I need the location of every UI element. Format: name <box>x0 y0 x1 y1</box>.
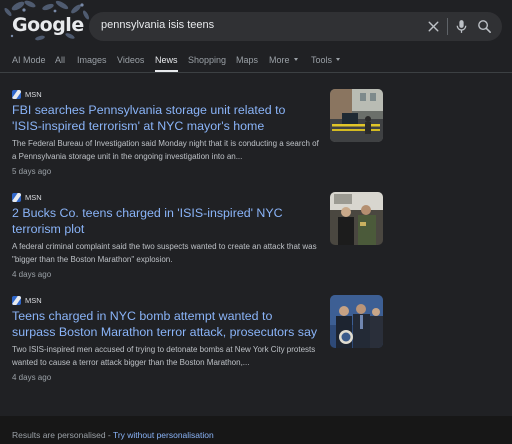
result-thumbnail[interactable] <box>330 295 383 348</box>
tab-more[interactable]: More <box>269 52 298 72</box>
result-age: 4 days ago <box>12 373 52 382</box>
msn-favicon <box>12 193 21 202</box>
chevron-down-icon <box>293 58 298 61</box>
tab-all[interactable]: All <box>55 52 65 72</box>
chevron-down-icon <box>336 58 341 61</box>
try-without-personalisation-link[interactable]: Try without personalisation <box>113 430 214 440</box>
search-icon[interactable] <box>476 18 493 35</box>
search-tabs: AI Mode All Images Videos News Shopping … <box>0 52 512 72</box>
tab-maps[interactable]: Maps <box>236 52 258 72</box>
result-title-link[interactable]: 2 Bucks Co. teens charged in 'ISIS-inspi… <box>12 205 318 237</box>
search-box[interactable]: pennsylvania isis teens <box>89 12 502 41</box>
microphone-icon[interactable] <box>453 18 470 35</box>
msn-favicon <box>12 90 21 99</box>
result-age: 4 days ago <box>12 270 52 279</box>
source-name: MSN <box>25 193 42 202</box>
tabs-divider <box>0 72 512 73</box>
source-name: MSN <box>25 90 42 99</box>
result-snippet: The Federal Bureau of Investigation said… <box>12 139 319 161</box>
tab-images[interactable]: Images <box>77 52 107 72</box>
footer: Results are personalised - Try without p… <box>0 416 512 444</box>
logo-text: Google <box>12 14 84 36</box>
search-input[interactable]: pennsylvania isis teens <box>101 19 214 31</box>
thumbnail-street-scene <box>330 89 383 142</box>
thumbnail-agents-scene <box>330 192 383 245</box>
personalisation-text: Results are personalised - <box>12 430 113 440</box>
thumbnail-press-conference <box>330 295 383 348</box>
close-icon[interactable] <box>425 18 442 35</box>
google-logo[interactable]: Google <box>0 0 96 46</box>
tab-videos[interactable]: Videos <box>117 52 144 72</box>
result-thumbnail[interactable] <box>330 89 383 142</box>
tab-ai-mode[interactable]: AI Mode <box>12 52 46 72</box>
tab-tools[interactable]: Tools <box>311 52 341 72</box>
tab-shopping[interactable]: Shopping <box>188 52 226 72</box>
search-box-divider <box>447 18 448 35</box>
msn-favicon <box>12 296 21 305</box>
result-title-link[interactable]: FBI searches Pennsylvania storage unit r… <box>12 102 318 134</box>
result-age: 5 days ago <box>12 167 52 176</box>
result-snippet: A federal criminal complaint said the tw… <box>12 242 317 264</box>
result-snippet: Two ISIS-inspired men accused of trying … <box>12 345 316 367</box>
tab-news[interactable]: News <box>155 52 178 72</box>
source-name: MSN <box>25 296 42 305</box>
result-title-link[interactable]: Teens charged in NYC bomb attempt wanted… <box>12 308 318 340</box>
personalisation-note: Results are personalised - Try without p… <box>12 430 214 440</box>
result-thumbnail[interactable] <box>330 192 383 245</box>
